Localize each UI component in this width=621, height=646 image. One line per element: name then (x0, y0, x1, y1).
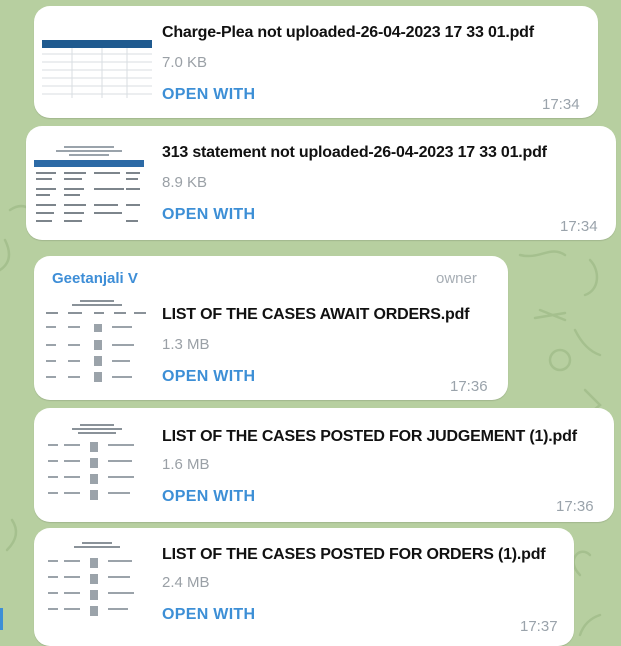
message-time: 17:34 (542, 96, 580, 113)
message-time: 17:36 (556, 498, 594, 515)
file-name: LIST OF THE CASES AWAIT ORDERS.pdf (162, 306, 470, 323)
document-list-icon (46, 300, 146, 382)
file-thumbnail[interactable] (42, 420, 152, 510)
document-list-icon (48, 424, 134, 500)
left-edge-indicator (0, 608, 3, 630)
message-time: 17:36 (450, 378, 488, 395)
blue-header-document-icon (34, 146, 144, 222)
file-message[interactable]: Charge-Plea not uploaded-26-04-2023 17 3… (34, 6, 598, 118)
file-message[interactable]: Geetanjali V owner LIST OF THE CASES AWA… (34, 256, 508, 400)
message-time: 17:37 (520, 618, 558, 635)
file-size: 7.0 KB (162, 54, 208, 71)
sender-name[interactable]: Geetanjali V (52, 270, 138, 287)
file-size: 1.6 MB (162, 456, 210, 473)
open-with-button[interactable]: OPEN WITH (162, 206, 255, 224)
file-name: Charge-Plea not uploaded-26-04-2023 17 3… (162, 24, 534, 41)
file-name: LIST OF THE CASES POSTED FOR JUDGEMENT (… (162, 428, 577, 445)
file-message[interactable]: LIST OF THE CASES POSTED FOR JUDGEMENT (… (34, 408, 614, 522)
open-with-button[interactable]: OPEN WITH (162, 488, 255, 506)
open-with-button[interactable]: OPEN WITH (162, 86, 255, 104)
file-size: 1.3 MB (162, 336, 210, 353)
file-thumbnail[interactable] (34, 138, 144, 228)
open-with-button[interactable]: OPEN WITH (162, 368, 255, 386)
file-thumbnail[interactable] (42, 538, 152, 628)
file-message[interactable]: 313 statement not uploaded-26-04-2023 17… (26, 126, 616, 240)
file-thumbnail[interactable] (42, 18, 152, 108)
file-name: LIST OF THE CASES POSTED FOR ORDERS (1).… (162, 546, 546, 563)
open-with-button[interactable]: OPEN WITH (162, 606, 255, 624)
document-list-icon (48, 542, 134, 616)
file-size: 2.4 MB (162, 574, 210, 591)
file-message[interactable]: LIST OF THE CASES POSTED FOR ORDERS (1).… (34, 528, 574, 646)
file-thumbnail[interactable] (42, 296, 152, 386)
file-size: 8.9 KB (162, 174, 208, 191)
sender-role-badge: owner (436, 270, 477, 287)
message-time: 17:34 (560, 218, 598, 235)
file-name: 313 statement not uploaded-26-04-2023 17… (162, 144, 547, 161)
blue-header-table-icon (42, 40, 152, 98)
